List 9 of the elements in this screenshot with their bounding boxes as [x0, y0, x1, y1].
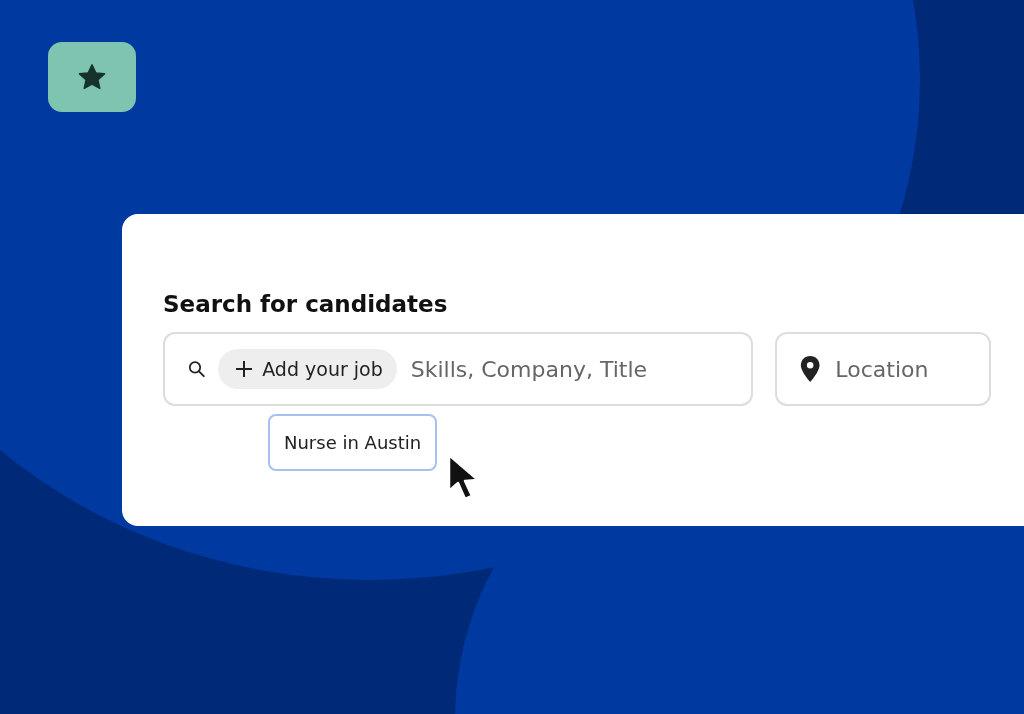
add-job-chip[interactable]: Add your job: [218, 349, 397, 389]
search-bar[interactable]: Add your job Skills, Company, Title: [163, 332, 753, 406]
location-field[interactable]: Location: [775, 332, 991, 406]
suggestion-item[interactable]: Nurse in Austin: [268, 414, 438, 471]
search-input[interactable]: Skills, Company, Title: [408, 355, 751, 383]
plus-icon: [234, 359, 255, 379]
section-title: Search for candidates: [163, 290, 449, 319]
star-icon: [77, 63, 107, 91]
location-input[interactable]: Location: [833, 355, 989, 383]
